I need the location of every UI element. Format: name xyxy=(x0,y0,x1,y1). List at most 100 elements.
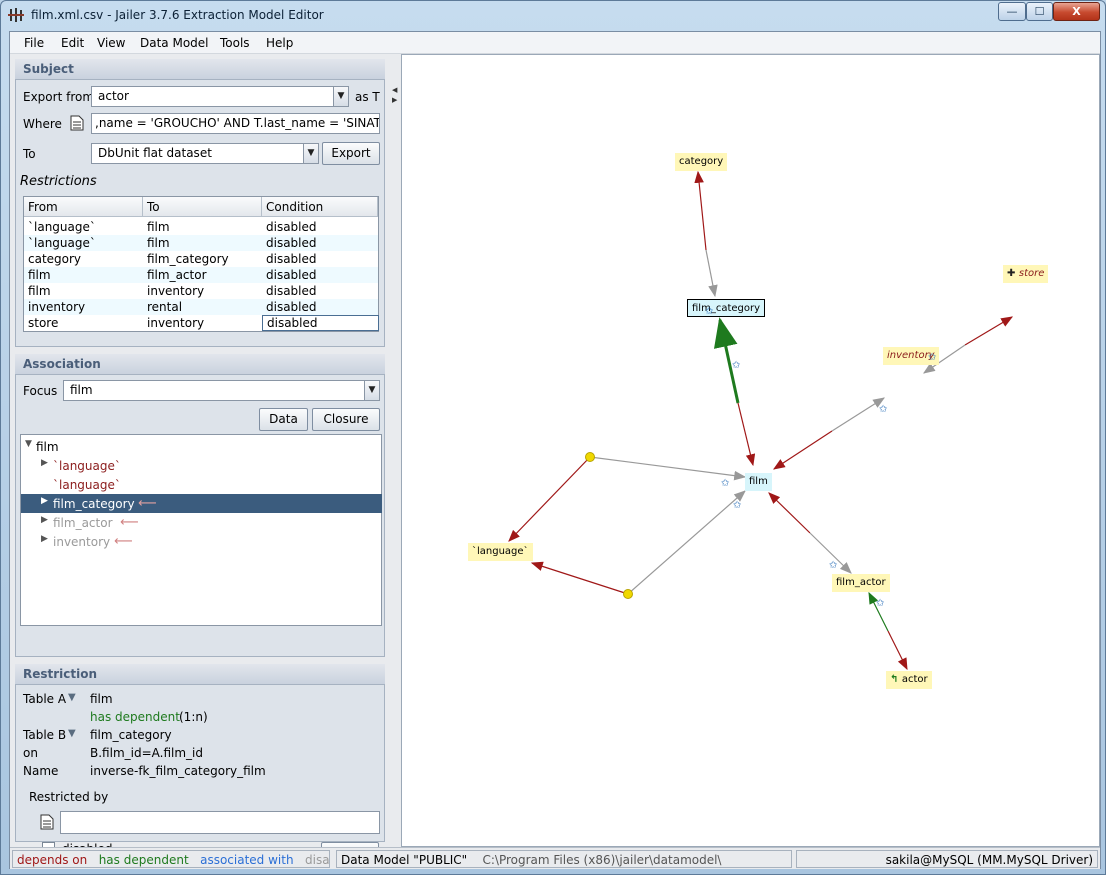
column-header-to[interactable]: To xyxy=(143,197,262,217)
chevron-down-icon[interactable]: ▼ xyxy=(364,381,379,400)
chevron-down-icon[interactable]: ▼ xyxy=(333,87,348,106)
node-actor[interactable]: ↰ actor xyxy=(886,671,932,689)
close-button[interactable]: X xyxy=(1053,2,1100,21)
tree-item-language[interactable]: `language` xyxy=(21,475,382,494)
table-row[interactable]: store inventory disabled xyxy=(24,315,379,331)
data-model-info: Data Model "PUBLIC" C:\Program Files (x8… xyxy=(336,850,792,868)
menu-tools[interactable]: Tools xyxy=(220,36,250,50)
column-header-condition[interactable]: Condition xyxy=(262,197,378,217)
tree-item-film-actor[interactable]: ▶ film_actor ⟵ xyxy=(21,513,382,532)
tree-item-language[interactable]: ▶ `language` xyxy=(21,456,382,475)
table-row[interactable]: inventory rental disabled xyxy=(24,299,378,315)
graph-canvas[interactable]: category film_category ✚ store inventory… xyxy=(401,54,1100,847)
name-value: inverse-fk_film_category_film xyxy=(90,764,266,778)
table-row[interactable]: `language` film disabled xyxy=(24,235,378,251)
expand-icon[interactable]: ▶ xyxy=(41,515,48,525)
data-button[interactable]: Data xyxy=(259,408,308,431)
restrictions-table: From To Condition `language` film disabled… xyxy=(23,196,379,332)
expand-icon[interactable]: ▼ xyxy=(25,439,32,449)
jailer-app-icon xyxy=(8,8,24,22)
focus-select[interactable]: film ▼ xyxy=(63,380,380,401)
cardinality-text: (1:n) xyxy=(179,710,208,724)
edge-film-actor-depends xyxy=(768,492,811,534)
focus-label: Focus xyxy=(23,384,58,398)
left-arrow-icon: ⟵ xyxy=(138,496,157,511)
edge-film-inventory xyxy=(831,397,886,432)
joint-point xyxy=(623,589,633,599)
maximize-button[interactable]: ☐ xyxy=(1026,2,1053,21)
tree-item-inventory[interactable]: ▶ inventory ⟵ xyxy=(21,532,382,551)
condition-cell-editor[interactable]: disabled xyxy=(262,315,379,331)
menu-data-model[interactable]: Data Model xyxy=(140,36,209,50)
export-from-value: actor xyxy=(98,89,129,103)
relation-text: has dependent xyxy=(90,710,180,724)
expand-icon[interactable]: ▶ xyxy=(41,534,48,544)
edge-category-depends xyxy=(694,170,707,251)
table-row[interactable]: category film_category disabled xyxy=(24,251,378,267)
window-title: film.xml.csv - Jailer 3.7.6 Extraction M… xyxy=(31,8,324,22)
export-button[interactable]: Export xyxy=(322,142,380,165)
node-language[interactable]: `language` xyxy=(468,543,533,561)
menu-edit[interactable]: Edit xyxy=(61,36,84,50)
joint-point xyxy=(585,452,595,462)
focus-value: film xyxy=(70,383,93,397)
name-label: Name xyxy=(23,764,59,778)
as-label: as T xyxy=(355,90,380,104)
menu-file[interactable]: File xyxy=(24,36,44,50)
association-tree: ▼ film ▶ `language` `language` ▶ film_ca… xyxy=(20,434,382,626)
menu-view[interactable]: View xyxy=(97,36,125,50)
node-store[interactable]: ✚ store xyxy=(1003,265,1049,283)
left-panel: Subject Export from actor ▼ as T Where ,… xyxy=(10,54,390,864)
where-label: Where xyxy=(23,117,62,131)
app-window: film.xml.csv - Jailer 3.7.6 Extraction M… xyxy=(0,0,1106,875)
export-from-select[interactable]: actor ▼ xyxy=(91,86,349,107)
tree-item-film-category[interactable]: ▶ film_category ⟵ xyxy=(21,494,382,513)
expand-icon[interactable]: ▶ xyxy=(41,458,48,468)
title-bar[interactable]: film.xml.csv - Jailer 3.7.6 Extraction M… xyxy=(1,1,1105,31)
status-bar: depends on has dependent associated with… xyxy=(10,847,1100,869)
node-film-category[interactable]: film_category xyxy=(687,299,766,317)
to-value: DbUnit flat dataset xyxy=(98,146,212,160)
edge-category-gray xyxy=(705,249,718,298)
edge-joint2-language xyxy=(530,561,629,595)
on-label: on xyxy=(23,746,38,760)
star-icon: ✩ xyxy=(829,560,838,571)
column-header-from[interactable]: From xyxy=(24,197,143,217)
triangle-down-icon[interactable]: ▼ xyxy=(68,692,76,703)
association-header: Association xyxy=(15,354,385,374)
triangle-down-icon[interactable]: ▼ xyxy=(68,728,76,739)
node-category[interactable]: category xyxy=(675,153,728,171)
table-a-label: Table A xyxy=(23,692,67,706)
splitter[interactable]: ◀ ▶ xyxy=(391,54,401,847)
menu-help[interactable]: Help xyxy=(266,36,293,50)
where-input[interactable]: ,name = 'GROUCHO' AND T.last_name = 'SIN… xyxy=(91,113,380,134)
document-icon[interactable] xyxy=(40,814,54,830)
expand-right-icon[interactable]: ▶ xyxy=(392,96,397,104)
restricted-by-input[interactable] xyxy=(60,811,380,834)
restricted-by-label: Restricted by xyxy=(29,790,109,804)
star-icon: ✩ xyxy=(721,478,730,489)
to-select[interactable]: DbUnit flat dataset ▼ xyxy=(91,143,319,164)
table-row[interactable]: film inventory disabled xyxy=(24,283,378,299)
chevron-down-icon[interactable]: ▼ xyxy=(303,144,318,163)
export-from-label: Export from xyxy=(23,90,95,104)
data-model-path: C:\Program Files (x86)\jailer\datamodel\ xyxy=(482,853,722,867)
table-row[interactable]: film film_actor disabled xyxy=(24,267,378,283)
star-icon: ✩ xyxy=(705,306,714,317)
expand-icon[interactable]: ▶ xyxy=(41,496,48,506)
edge-joint-film xyxy=(589,456,747,481)
closure-button[interactable]: Closure xyxy=(312,408,380,431)
node-film[interactable]: film xyxy=(745,473,772,491)
table-b-label: Table B xyxy=(23,728,67,742)
star-icon: ✩ xyxy=(732,360,741,371)
edge-inventory-store xyxy=(964,316,1014,346)
document-icon[interactable] xyxy=(70,115,84,131)
collapse-left-icon[interactable]: ◀ xyxy=(392,86,397,94)
star-icon: ✩ xyxy=(876,598,885,609)
table-row[interactable]: `language` film disabled xyxy=(24,219,378,235)
node-film-actor[interactable]: film_actor xyxy=(832,574,890,592)
tree-root-film[interactable]: ▼ film xyxy=(21,437,382,456)
association-graph xyxy=(508,170,1014,671)
minimize-button[interactable]: — xyxy=(998,2,1026,21)
table-a-value: film xyxy=(90,692,113,706)
